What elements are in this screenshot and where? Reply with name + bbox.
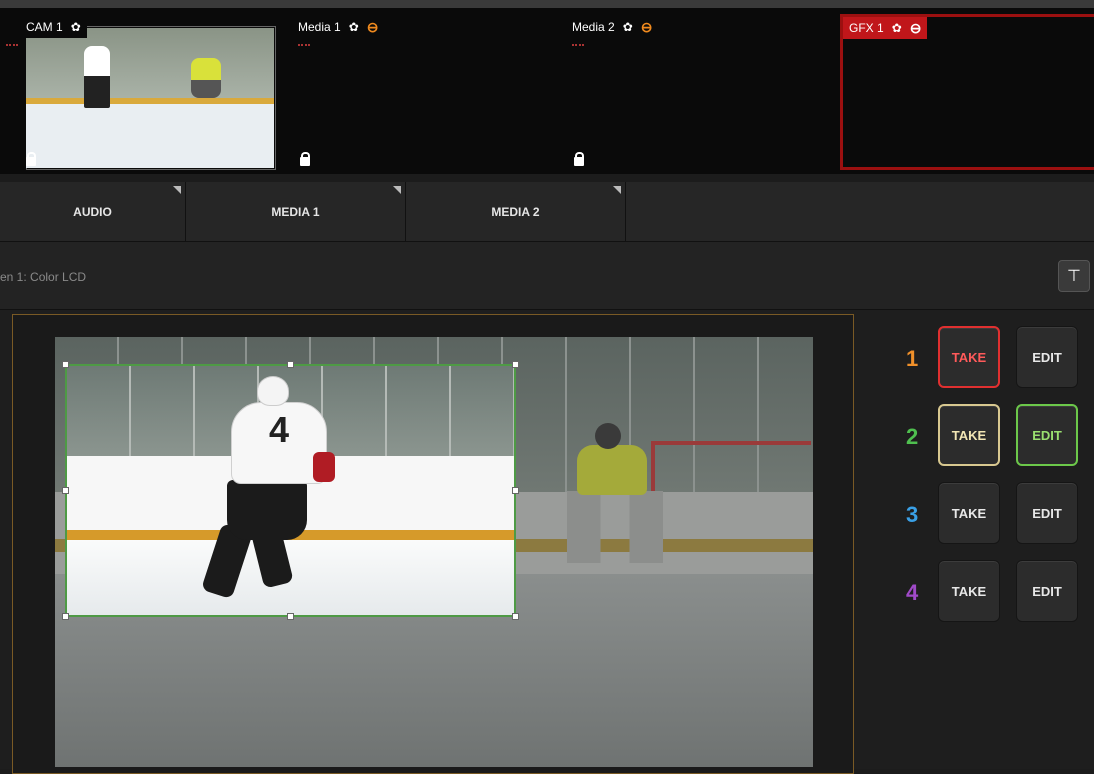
source-media1[interactable]: Media 1 ✿ ⊖ — [292, 16, 568, 168]
layer-number: 2 — [906, 424, 919, 449]
tab-menu-indicator — [173, 186, 181, 194]
take-button-3[interactable]: TAKE — [938, 482, 1000, 544]
crop-handle-right[interactable] — [512, 487, 519, 494]
edit-button-1[interactable]: EDIT — [1016, 326, 1078, 388]
layer-number: 3 — [906, 502, 919, 527]
crop-handle-top-right[interactable] — [512, 361, 519, 368]
crop-handle-bottom-left[interactable] — [62, 613, 69, 620]
take-button-1[interactable]: TAKE — [938, 326, 1000, 388]
tab-menu-indicator — [393, 186, 401, 194]
status-indicator — [6, 44, 18, 47]
source-cam1[interactable]: CAM 1 ✿ — [0, 16, 282, 170]
gear-icon[interactable]: ✿ — [349, 20, 359, 34]
crop-handle-top-left[interactable] — [62, 361, 69, 368]
top-strip — [0, 0, 1094, 8]
source-label: Media 2 — [572, 20, 615, 34]
tab-media1[interactable]: MEDIA 1 — [186, 182, 406, 242]
crop-box[interactable]: 4 — [65, 364, 516, 617]
pin-icon: ⊤ — [1067, 268, 1081, 285]
lock-icon[interactable] — [300, 152, 310, 166]
source-label: Media 1 — [298, 20, 341, 34]
crop-handle-top[interactable] — [287, 361, 294, 368]
gear-icon[interactable]: ✿ — [892, 21, 902, 35]
source-title: Media 2 ✿ ⊖ — [566, 16, 659, 38]
output-route-icon[interactable]: ⊖ — [367, 19, 379, 36]
source-gfx1[interactable]: GFX 1 ✿ ⊖ — [840, 14, 1094, 170]
goalie-figure — [555, 423, 695, 563]
gear-icon[interactable]: ✿ — [71, 20, 81, 34]
source-title: CAM 1 ✿ — [20, 16, 87, 38]
cam1-thumbnail — [26, 28, 274, 168]
tab-media2[interactable]: MEDIA 2 — [406, 182, 626, 242]
info-bar: en 1: Color LCD ⊤ — [0, 242, 1094, 310]
edit-button-3[interactable]: EDIT — [1016, 482, 1078, 544]
source-bar: CAM 1 ✿ Media 1 ✿ ⊖ Media 2 ✿ ⊖ GFX 1 ✿ … — [0, 8, 1094, 174]
crop-handle-left[interactable] — [62, 487, 69, 494]
source-title: GFX 1 ✿ ⊖ — [843, 17, 928, 39]
gear-icon[interactable]: ✿ — [623, 20, 633, 34]
source-title: Media 1 ✿ ⊖ — [292, 16, 385, 38]
lock-icon[interactable] — [26, 152, 36, 166]
tab-label: AUDIO — [73, 205, 112, 219]
goalie-figure — [191, 58, 221, 98]
source-label: CAM 1 — [26, 20, 63, 34]
pin-button[interactable]: ⊤ — [1058, 260, 1090, 292]
output-route-icon[interactable]: ⊖ — [910, 20, 922, 37]
source-media2[interactable]: Media 2 ✿ ⊖ — [566, 16, 842, 168]
skater-figure — [84, 46, 110, 108]
layer-number: 1 — [906, 346, 919, 371]
status-indicator — [298, 44, 310, 47]
source-label: GFX 1 — [849, 21, 884, 35]
take-button-4[interactable]: TAKE — [938, 560, 1000, 622]
output-route-icon[interactable]: ⊖ — [641, 19, 653, 36]
tab-label: MEDIA 1 — [271, 205, 320, 219]
crop-handle-bottom[interactable] — [287, 613, 294, 620]
take-button-2[interactable]: TAKE — [938, 404, 1000, 466]
skater-figure: 4 — [197, 376, 337, 606]
lock-icon[interactable] — [574, 152, 584, 166]
display-label: en 1: Color LCD — [0, 270, 87, 284]
tab-label: MEDIA 2 — [491, 205, 540, 219]
edit-button-2[interactable]: EDIT — [1016, 404, 1078, 466]
layer-number: 4 — [906, 580, 919, 605]
tab-menu-indicator — [613, 186, 621, 194]
crop-handle-bottom-right[interactable] — [512, 613, 519, 620]
tab-audio[interactable]: AUDIO — [0, 182, 186, 242]
status-indicator — [572, 44, 584, 47]
tab-bar: AUDIO MEDIA 1 MEDIA 2 — [0, 182, 1094, 242]
edit-button-4[interactable]: EDIT — [1016, 560, 1078, 622]
